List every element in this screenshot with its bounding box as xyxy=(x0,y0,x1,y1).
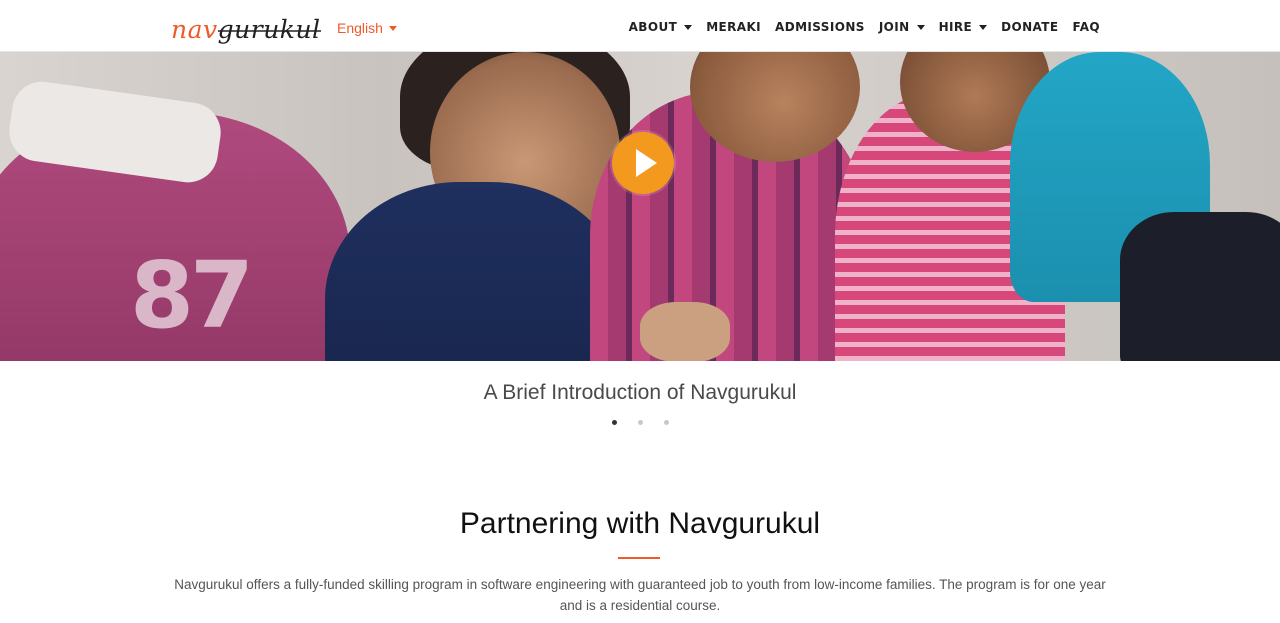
hero-photo-jersey: 87 xyxy=(130,242,254,349)
language-selector[interactable]: English xyxy=(337,20,397,36)
site-header: nav gurukul English ABOUT MERAKI ADMISSI… xyxy=(0,0,1280,52)
hero-video-banner[interactable]: 87 xyxy=(0,52,1280,361)
nav-item-label: MERAKI xyxy=(706,20,762,34)
main-navigation: ABOUT MERAKI ADMISSIONS JOIN HIRE DONATE… xyxy=(629,20,1100,34)
partnering-description: Navgurukul offers a fully-funded skillin… xyxy=(174,577,1106,613)
hero-photo-person xyxy=(1120,212,1280,361)
hero-photo-hands xyxy=(640,302,730,361)
nav-item-meraki[interactable]: MERAKI xyxy=(706,20,761,34)
navgurukul-logo[interactable]: nav gurukul xyxy=(171,12,321,44)
play-icon[interactable] xyxy=(612,132,674,194)
nav-item-admissions[interactable]: ADMISSIONS xyxy=(775,20,865,34)
chevron-down-icon xyxy=(979,24,988,30)
nav-item-hire[interactable]: HIRE xyxy=(939,20,988,34)
chevron-down-icon xyxy=(684,24,693,30)
nav-item-label: FAQ xyxy=(1072,20,1100,34)
logo-nav-text: nav xyxy=(171,15,218,44)
language-label: English xyxy=(337,20,383,36)
partnering-heading: Partnering with Navgurukul xyxy=(459,507,821,540)
nav-item-faq[interactable]: FAQ xyxy=(1072,20,1100,34)
nav-item-label: JOIN xyxy=(878,20,910,34)
chevron-down-icon xyxy=(916,24,925,30)
carousel-dot[interactable] xyxy=(663,420,669,425)
nav-item-about[interactable]: ABOUT xyxy=(629,20,693,34)
logo-underline-decoration xyxy=(217,30,321,32)
heading-underline-divider xyxy=(618,557,660,559)
carousel-indicators xyxy=(0,420,1280,425)
nav-item-donate[interactable]: DONATE xyxy=(1001,20,1058,34)
nav-item-join[interactable]: JOIN xyxy=(879,20,925,34)
nav-item-label: DONATE xyxy=(1001,20,1059,34)
nav-item-label: HIRE xyxy=(938,20,973,34)
carousel-caption: A Brief Introduction of Navgurukul xyxy=(483,381,797,404)
carousel-dot[interactable] xyxy=(611,420,617,425)
chevron-down-icon xyxy=(388,25,397,31)
nav-item-label: ADMISSIONS xyxy=(775,20,865,34)
carousel-dot[interactable] xyxy=(637,420,643,425)
logo-gurukul-text: gurukul xyxy=(217,16,321,44)
nav-item-label: ABOUT xyxy=(628,20,678,34)
